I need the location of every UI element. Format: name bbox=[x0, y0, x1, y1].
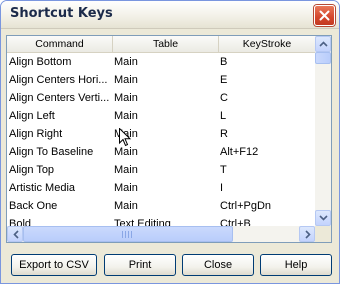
command-cell: Align Right bbox=[9, 128, 63, 140]
table-row[interactable]: Align Top Main T bbox=[7, 161, 315, 179]
keystroke-cell: L bbox=[220, 110, 227, 122]
horizontal-scrollbar[interactable] bbox=[7, 226, 315, 242]
command-cell: Align Centers Verti... bbox=[9, 92, 110, 104]
close-icon bbox=[319, 10, 330, 21]
keystroke-cell: Alt+F12 bbox=[220, 146, 259, 158]
scroll-right-button[interactable] bbox=[299, 226, 315, 242]
command-cell: Align Centers Hori... bbox=[9, 74, 108, 86]
table-row[interactable]: Align Right Main R bbox=[7, 125, 315, 143]
table-cell: Main bbox=[114, 56, 138, 68]
table-row[interactable]: Back One Main Ctrl+PgDn bbox=[7, 197, 315, 215]
table-row[interactable]: Align Centers Hori... Main E bbox=[7, 71, 315, 89]
command-cell: Align To Baseline bbox=[9, 146, 94, 158]
close-window-button[interactable] bbox=[314, 5, 335, 26]
keystroke-cell: T bbox=[220, 164, 227, 176]
table-row[interactable]: Align Bottom Main B bbox=[7, 53, 315, 71]
keystroke-cell: R bbox=[220, 128, 228, 140]
column-header-table[interactable]: Table bbox=[113, 36, 219, 52]
vertical-scroll-thumb[interactable] bbox=[315, 52, 331, 64]
command-cell: Align Top bbox=[9, 164, 55, 176]
scroll-up-button[interactable] bbox=[315, 36, 331, 52]
table-cell: Main bbox=[114, 74, 138, 86]
chevron-right-icon bbox=[305, 230, 311, 239]
table-cell: Main bbox=[114, 182, 138, 194]
horizontal-scroll-thumb[interactable] bbox=[23, 226, 233, 242]
dialog-title: Shortcut Keys bbox=[10, 6, 113, 21]
chevron-up-icon bbox=[319, 41, 328, 47]
table-cell: Main bbox=[114, 200, 138, 212]
title-bar[interactable]: Shortcut Keys bbox=[1, 1, 339, 29]
keystroke-cell: C bbox=[220, 92, 228, 104]
table-cell: Main bbox=[114, 164, 138, 176]
column-header-command[interactable]: Command bbox=[7, 36, 113, 52]
shortcut-keys-dialog: Shortcut Keys Command Table KeyStroke Al… bbox=[0, 0, 340, 284]
print-button[interactable]: Print bbox=[104, 254, 176, 276]
table-row[interactable]: Align To Baseline Main Alt+F12 bbox=[7, 143, 315, 161]
table-cell: Main bbox=[114, 92, 138, 104]
list-header: Command Table KeyStroke bbox=[7, 36, 315, 53]
keystroke-cell: B bbox=[220, 56, 228, 68]
scroll-left-button[interactable] bbox=[7, 226, 23, 242]
mouse-cursor-icon bbox=[119, 128, 131, 147]
command-cell: Artistic Media bbox=[9, 182, 76, 194]
vertical-scrollbar[interactable] bbox=[315, 36, 331, 226]
column-header-keystroke[interactable]: KeyStroke bbox=[219, 36, 315, 52]
command-cell: Align Bottom bbox=[9, 56, 72, 68]
table-cell: Main bbox=[114, 110, 138, 122]
help-button[interactable]: Help bbox=[260, 254, 332, 276]
chevron-left-icon bbox=[13, 230, 19, 239]
keystroke-cell: Ctrl+PgDn bbox=[220, 200, 272, 212]
table-row[interactable]: Align Left Main L bbox=[7, 107, 315, 125]
export-to-csv-button[interactable]: Export to CSV bbox=[11, 254, 97, 276]
scrollbar-corner bbox=[315, 226, 331, 242]
shortcut-list[interactable]: Command Table KeyStroke Align Bottom Mai… bbox=[6, 35, 332, 243]
keystroke-cell: I bbox=[220, 182, 224, 194]
close-button[interactable]: Close bbox=[182, 254, 254, 276]
chevron-down-icon bbox=[319, 215, 328, 221]
command-cell: Align Left bbox=[9, 110, 55, 122]
command-cell: Back One bbox=[9, 200, 58, 212]
list-rows: Align Bottom Main B Align Centers Hori..… bbox=[7, 53, 315, 233]
thumb-grip bbox=[122, 231, 132, 238]
keystroke-cell: E bbox=[220, 74, 228, 86]
table-row[interactable]: Artistic Media Main I bbox=[7, 179, 315, 197]
scroll-down-button[interactable] bbox=[315, 210, 331, 226]
table-row[interactable]: Align Centers Verti... Main C bbox=[7, 89, 315, 107]
